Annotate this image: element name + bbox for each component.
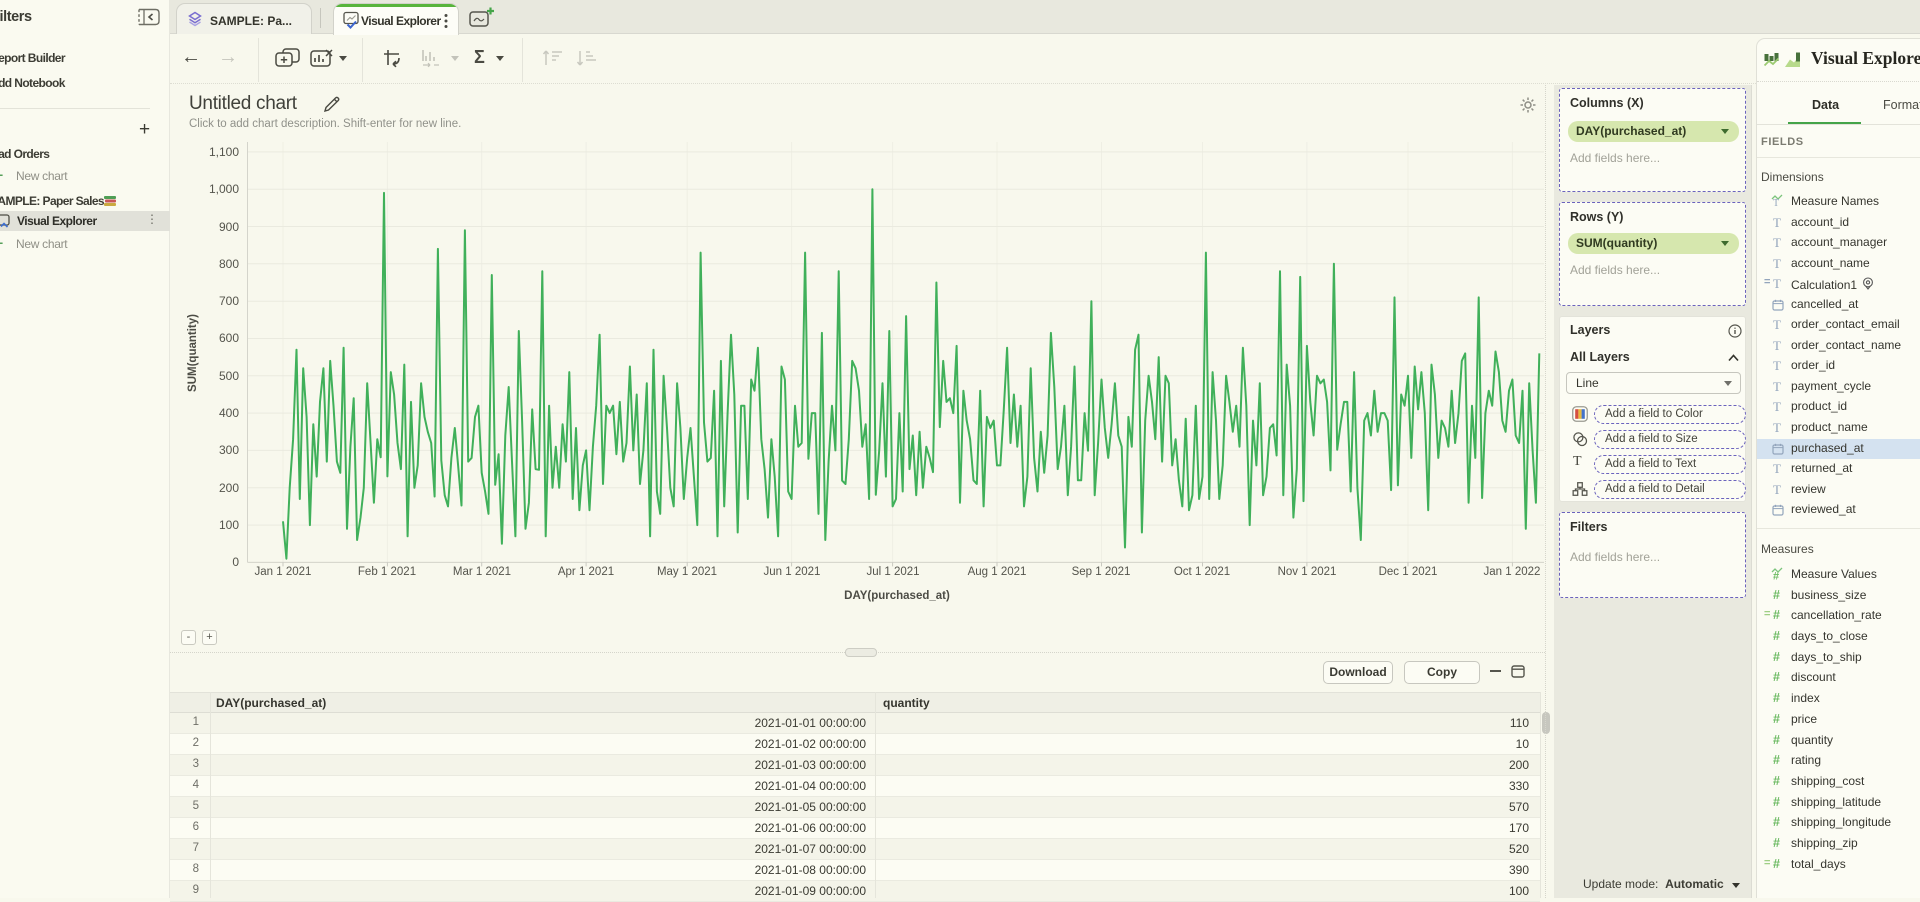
svg-text:#: # bbox=[1773, 571, 1779, 581]
svg-text:T: T bbox=[1773, 198, 1779, 207]
